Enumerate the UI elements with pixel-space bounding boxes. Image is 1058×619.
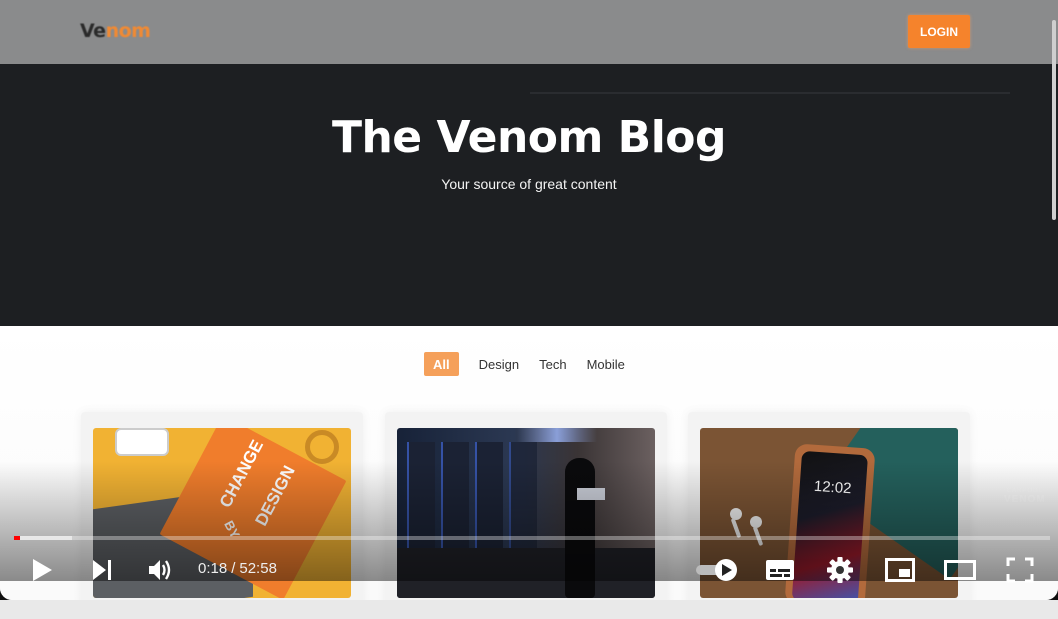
hero-subtitle: Your source of great content	[441, 176, 617, 192]
fullscreen-icon	[1006, 557, 1034, 583]
filter-mobile: Mobile	[586, 356, 625, 372]
subtitles-button[interactable]	[762, 552, 798, 588]
play-icon	[31, 558, 53, 582]
card-image-server-room	[397, 428, 655, 598]
autoplay-toggle-icon	[695, 558, 739, 582]
site-logo: Venom	[80, 20, 151, 42]
progress-bar[interactable]	[14, 536, 1050, 540]
hero-title: The Venom Blog	[331, 112, 727, 163]
hero-divider	[530, 92, 1010, 94]
page-bottom-strip	[0, 600, 1058, 619]
laptop-shape	[577, 488, 605, 500]
hero-section: The Venom Blog Your source of great cont…	[0, 64, 1058, 326]
time-display: 0:18/52:58	[198, 560, 277, 577]
settings-icon	[826, 556, 854, 584]
phone-shape	[115, 428, 169, 456]
subtitles-icon	[765, 558, 795, 582]
recorded-scrollbar	[1052, 20, 1056, 220]
video-frame[interactable]: Venom LOGIN The Venom Blog Your source o…	[0, 0, 1058, 600]
volume-button[interactable]	[142, 552, 178, 588]
fullscreen-button[interactable]	[1002, 552, 1038, 588]
category-filters: All Design Tech Mobile	[424, 352, 635, 376]
volume-icon	[147, 558, 173, 582]
lockscreen-clock: 12:02	[813, 477, 852, 498]
airpods-shape	[730, 508, 770, 548]
progress-loaded	[14, 536, 72, 540]
play-button[interactable]	[24, 552, 60, 588]
next-icon	[91, 559, 113, 581]
autoplay-toggle[interactable]	[694, 552, 740, 588]
channel-watermark[interactable]: CARPOOL VENOM	[1004, 488, 1046, 505]
login-button: LOGIN	[908, 15, 970, 48]
logo-text-dark: Ve	[80, 20, 106, 42]
miniplayer-button[interactable]	[882, 552, 918, 588]
person-figure	[565, 458, 595, 598]
site-navbar: Venom LOGIN	[0, 0, 1058, 64]
theater-mode-icon	[944, 559, 976, 581]
settings-button[interactable]	[822, 552, 858, 588]
logo-text-orange: nom	[105, 20, 151, 42]
watermark-line-1: CARPOOL	[1006, 488, 1043, 494]
duration: 52:58	[239, 560, 277, 577]
next-button[interactable]	[84, 552, 120, 588]
theater-mode-button[interactable]	[942, 552, 978, 588]
time-separator: /	[231, 560, 236, 577]
video-player[interactable]: Venom LOGIN The Venom Blog Your source o…	[0, 0, 1058, 619]
miniplayer-icon	[885, 558, 915, 582]
current-time: 0:18	[198, 560, 228, 577]
progress-played	[14, 536, 20, 540]
filter-design: Design	[478, 356, 520, 372]
filter-tech: Tech	[539, 356, 567, 372]
ring-shape	[305, 430, 339, 464]
filter-all: All	[424, 352, 459, 376]
blog-card-2	[385, 412, 667, 600]
watermark-line-2: VENOM	[1004, 494, 1046, 505]
